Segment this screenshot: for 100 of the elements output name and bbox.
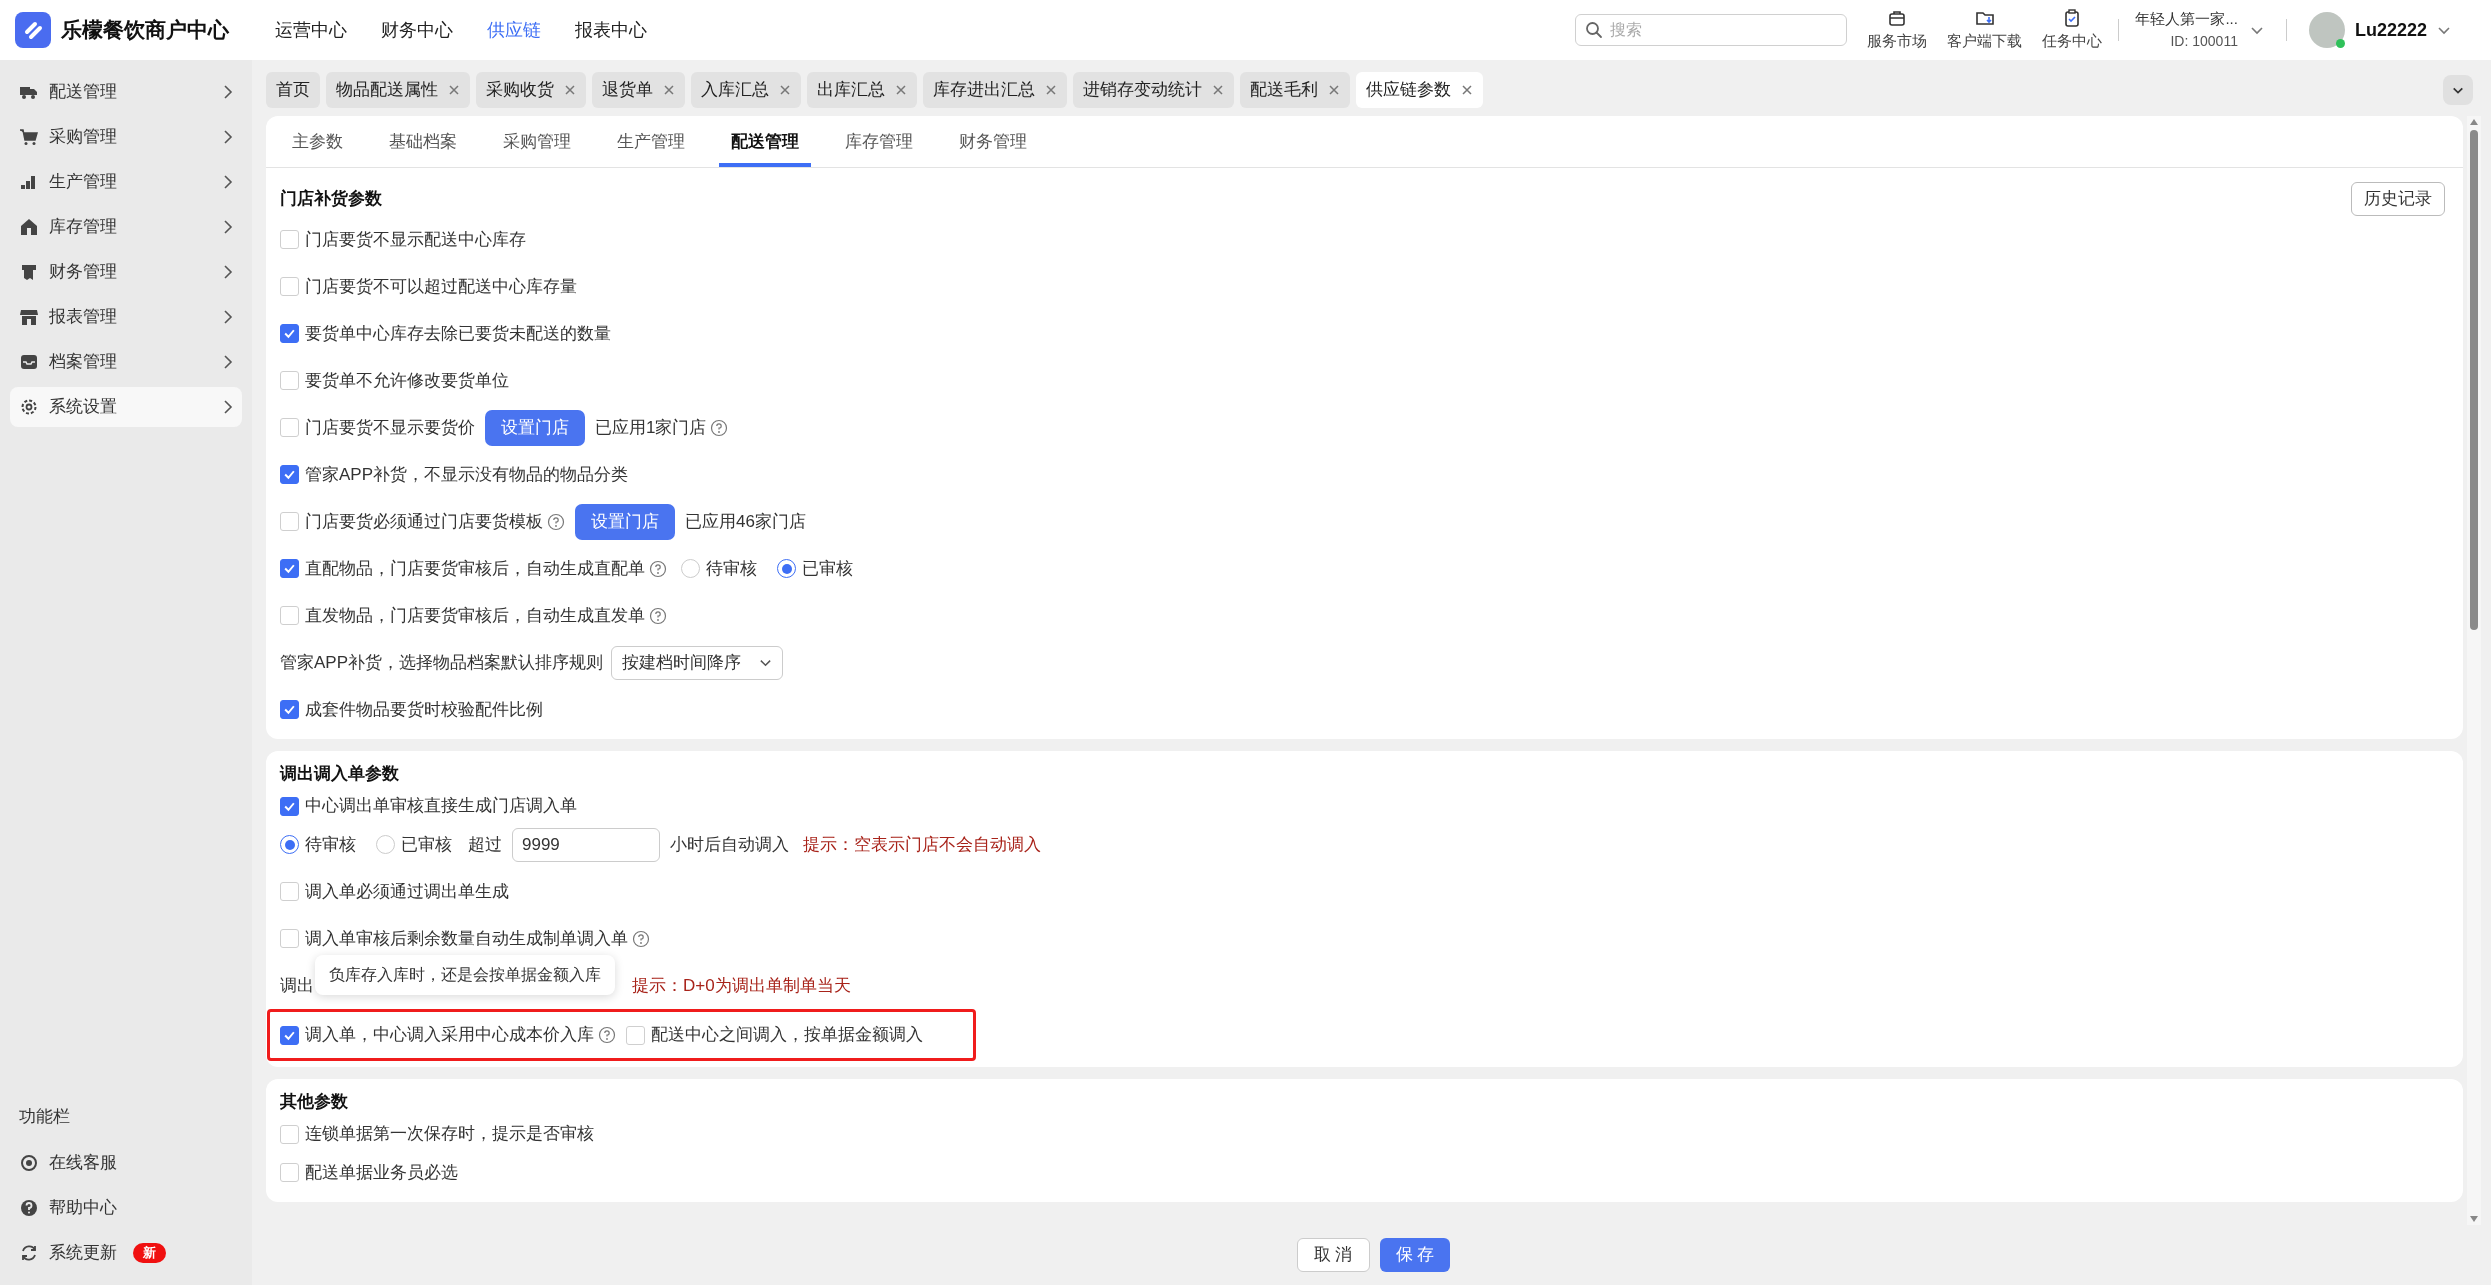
settings-tab[interactable]: 主参数 [280,121,355,167]
nav-item[interactable]: 财务中心 [381,16,453,44]
chevron-right-icon [223,220,233,234]
radio-label: 已审核 [802,557,853,580]
chevron-right-icon [223,310,233,324]
settings-tab[interactable]: 采购管理 [491,121,583,167]
sidebar-item[interactable]: 库存管理 [10,207,242,247]
cart-icon [19,127,39,147]
close-icon[interactable] [1045,84,1057,96]
checkbox[interactable] [280,700,299,719]
checkbox[interactable] [280,465,299,484]
close-icon[interactable] [1461,84,1473,96]
avatar[interactable] [2308,12,2345,48]
checkbox[interactable] [280,324,299,343]
app-title: 乐檬餐饮商户中心 [61,17,229,44]
checkmark-icon [283,327,296,340]
chevron-right-icon [223,355,233,369]
page-tab[interactable]: 采购收货 [476,72,586,108]
receipt-icon [19,262,39,282]
option-label: 调入单必须通过调出单生成 [305,880,509,903]
option-label: 成套件物品要货时校验配件比例 [305,698,543,721]
checkmark-icon [283,562,296,575]
sidebar-item[interactable]: 采购管理 [10,117,242,157]
settings-icon [19,397,39,417]
search-icon [1585,21,1604,39]
checkbox[interactable] [280,1025,299,1045]
cancel-button[interactable]: 取 消 [1296,1238,1370,1272]
page-tab[interactable]: 首页 [266,72,320,108]
sidebar-item[interactable]: 配送管理 [10,72,242,112]
close-icon[interactable] [1212,84,1224,96]
page-tab[interactable]: 入库汇总 [691,72,801,108]
field-label: 已应用1家门店 [595,416,707,439]
page-tab[interactable]: 库存进出汇总 [923,72,1067,108]
store-switcher[interactable]: 年轻人第一家... ID: 100011 [2135,8,2264,52]
checkbox[interactable] [280,559,299,578]
nav-item[interactable]: 供应链 [487,16,541,44]
option-label: 管家APP补货，不显示没有物品的物品分类 [305,463,629,486]
settings-tab[interactable]: 财务管理 [947,121,1039,167]
nav-item[interactable]: 运营中心 [275,16,347,44]
chevron-right-icon [223,265,233,279]
checkmark-icon [283,468,296,481]
tooltip: 负库存入库时，还是会按单据金额入库 [315,955,615,995]
close-icon[interactable] [1328,84,1340,96]
scroll-up-icon [2469,118,2479,126]
settings-tab[interactable]: 库存管理 [833,121,925,167]
tabs-collapse-button[interactable] [2443,75,2473,105]
settings-tab[interactable]: 生产管理 [605,121,697,167]
sidebar-tool-link[interactable]: 在线客服 [49,1150,117,1176]
page-tab[interactable]: 进销存变动统计 [1073,72,1234,108]
section-title: 门店补货参数 [280,188,383,211]
sidebar-item[interactable]: 系统设置 [10,387,242,427]
chevron-right-icon [223,400,233,414]
refresh-icon [19,1243,39,1263]
option-label: 配送单据业务员必选 [305,1161,458,1184]
field-label: 调出 [280,974,314,997]
close-icon[interactable] [448,84,460,96]
page-tab[interactable]: 供应链参数 [1356,72,1483,108]
page-tab[interactable]: 退货单 [592,72,685,108]
history-button[interactable]: 历史记录 [2351,182,2445,216]
page-tab[interactable]: 配送毛利 [1240,72,1350,108]
close-icon[interactable] [564,84,576,96]
store-id: ID: 100011 [2170,31,2238,51]
chevron-right-icon [223,130,233,144]
option-label: 配送中心之间调入，按单据金额调入 [651,1024,923,1047]
chevron-right-icon [223,175,233,189]
user-name[interactable]: Lu22222 [2354,16,2427,44]
header-tool-link[interactable]: 服务市场 [1867,29,1928,53]
set-stores-button[interactable]: 设置门店 [575,503,675,540]
sidebar-tool-link[interactable]: 帮助中心 [49,1195,117,1221]
header-tool-link[interactable]: 任务中心 [2042,29,2103,53]
radio-label: 待审核 [706,557,757,580]
set-stores-button[interactable]: 设置门店 [485,409,585,446]
new-badge: 新 [133,1243,166,1263]
sidebar-item[interactable]: 生产管理 [10,162,242,202]
checkbox[interactable] [280,796,299,816]
help-icon [19,1198,39,1218]
close-icon[interactable] [779,84,791,96]
logo-icon [15,12,51,48]
sort-select[interactable]: 按建档时间降序 [611,645,784,680]
option-label: 直配物品，门店要货审核后，自动生成直配单 [305,557,645,580]
page-tab[interactable]: 出库汇总 [807,72,917,108]
sidebar-tool-link[interactable]: 系统更新 [49,1240,117,1266]
scrollbar[interactable] [2467,116,2481,1225]
sidebar-item[interactable]: 财务管理 [10,252,242,292]
inbox-icon [19,352,39,372]
hint-text: 提示：D+0为调出单制单当天 [632,974,851,997]
page-tab[interactable]: 物品配送属性 [326,72,470,108]
sidebar-item[interactable]: 档案管理 [10,342,242,382]
save-button[interactable]: 保 存 [1379,1238,1451,1272]
option-label: 门店要货必须通过门店要货模板 [305,510,543,533]
checkmark-icon [283,703,296,716]
header-tool-link[interactable]: 客户端下载 [1947,29,2023,53]
close-icon[interactable] [663,84,675,96]
option-label: 要货单不允许修改要货单位 [305,369,509,392]
search-field[interactable]: 搜索 [1575,14,1848,46]
sidebar-item[interactable]: 报表管理 [10,297,242,337]
close-icon[interactable] [895,84,907,96]
settings-tab[interactable]: 基础档案 [377,121,469,167]
nav-item[interactable]: 报表中心 [575,16,647,44]
hours-input[interactable]: 9999 [512,827,660,862]
